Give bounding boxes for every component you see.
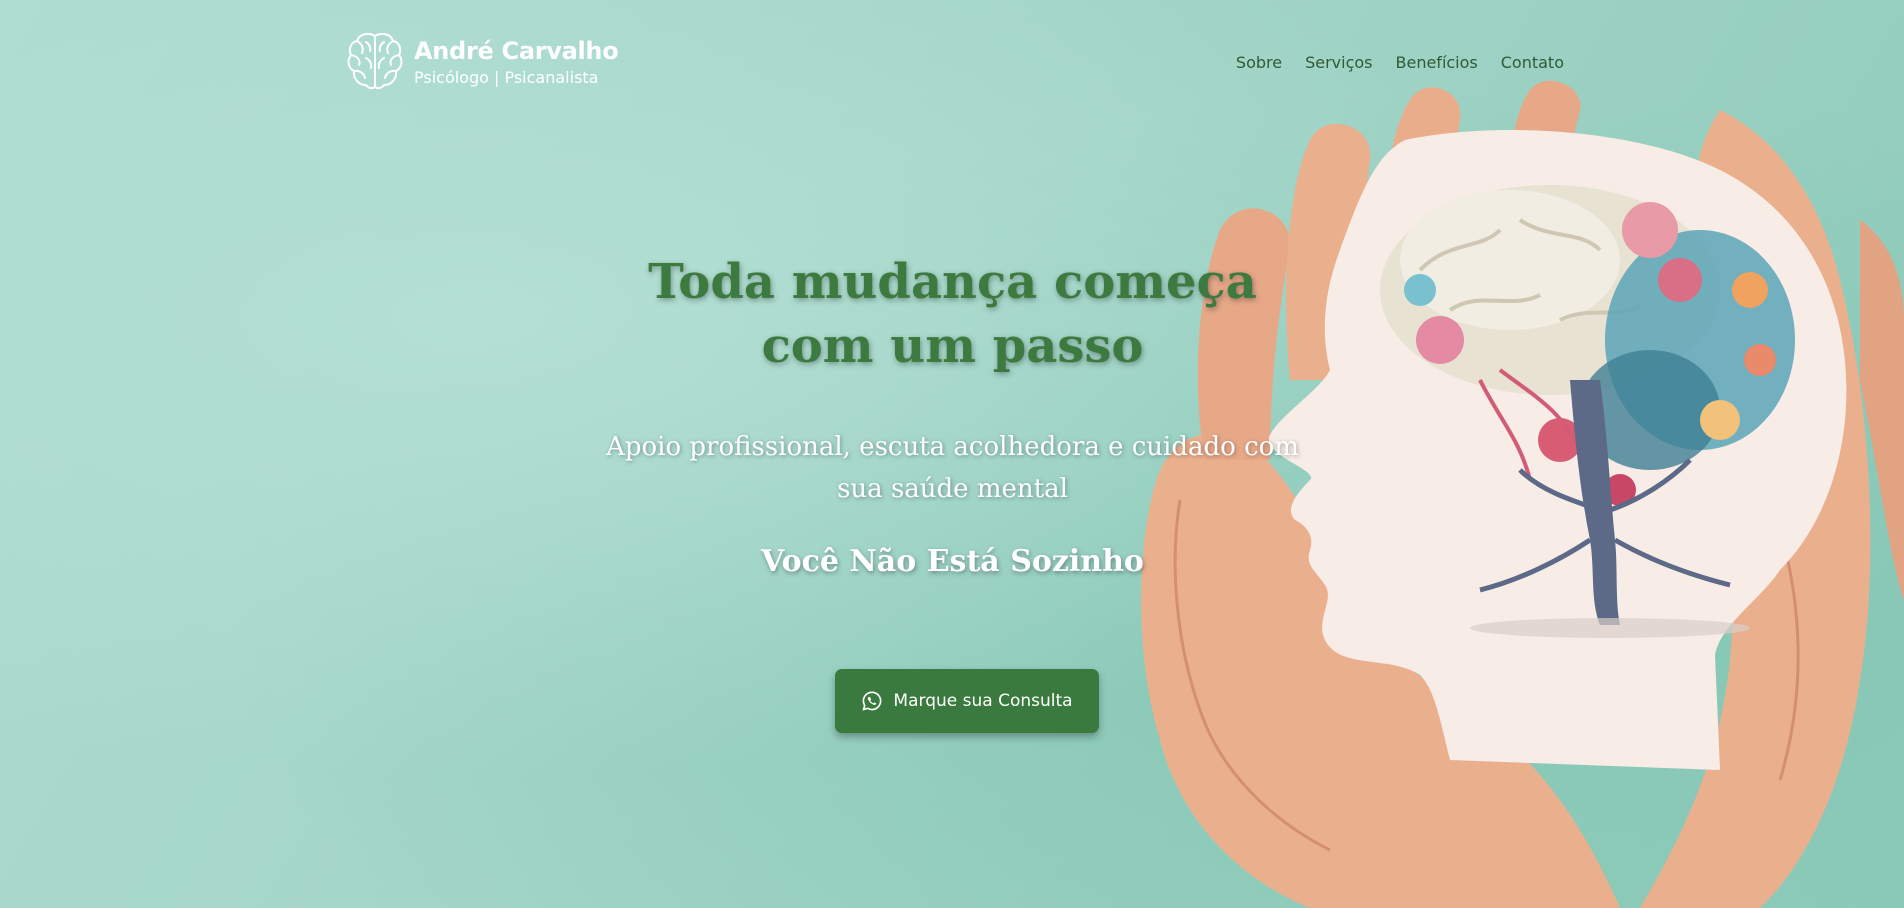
brain-icon bbox=[347, 32, 403, 90]
hero-subtitle-line2: sua saúde mental bbox=[837, 474, 1068, 504]
site-header: André Carvalho Psicólogo | Psicanalista … bbox=[346, 26, 1564, 96]
nav-link-sobre[interactable]: Sobre bbox=[1236, 53, 1282, 72]
book-consultation-button[interactable]: Marque sua Consulta bbox=[835, 669, 1099, 733]
book-consultation-label: Marque sua Consulta bbox=[893, 691, 1073, 711]
hero-headline: Toda mudança começa com um passo bbox=[580, 250, 1325, 378]
brand-text: André Carvalho Psicólogo | Psicanalista bbox=[414, 36, 619, 87]
main-nav: Sobre Serviços Benefícios Contato bbox=[1236, 53, 1564, 72]
hero-headline-line1: Toda mudança começa bbox=[648, 254, 1257, 310]
hero-subtitle: Apoio profissional, escuta acolhedora e … bbox=[600, 426, 1305, 510]
hero-tagline: Você Não Está Sozinho bbox=[761, 544, 1144, 579]
brand-name: André Carvalho bbox=[414, 36, 619, 65]
brand-subtitle: Psicólogo | Psicanalista bbox=[414, 67, 599, 87]
nav-link-contato[interactable]: Contato bbox=[1501, 53, 1564, 72]
hero-subtitle-line1: Apoio profissional, escuta acolhedora e … bbox=[606, 432, 1299, 462]
whatsapp-icon bbox=[862, 691, 882, 711]
nav-link-beneficios[interactable]: Benefícios bbox=[1396, 53, 1478, 72]
hero-headline-line2: com um passo bbox=[761, 318, 1144, 374]
brand[interactable]: André Carvalho Psicólogo | Psicanalista bbox=[346, 30, 619, 92]
nav-link-servicos[interactable]: Serviços bbox=[1305, 53, 1372, 72]
